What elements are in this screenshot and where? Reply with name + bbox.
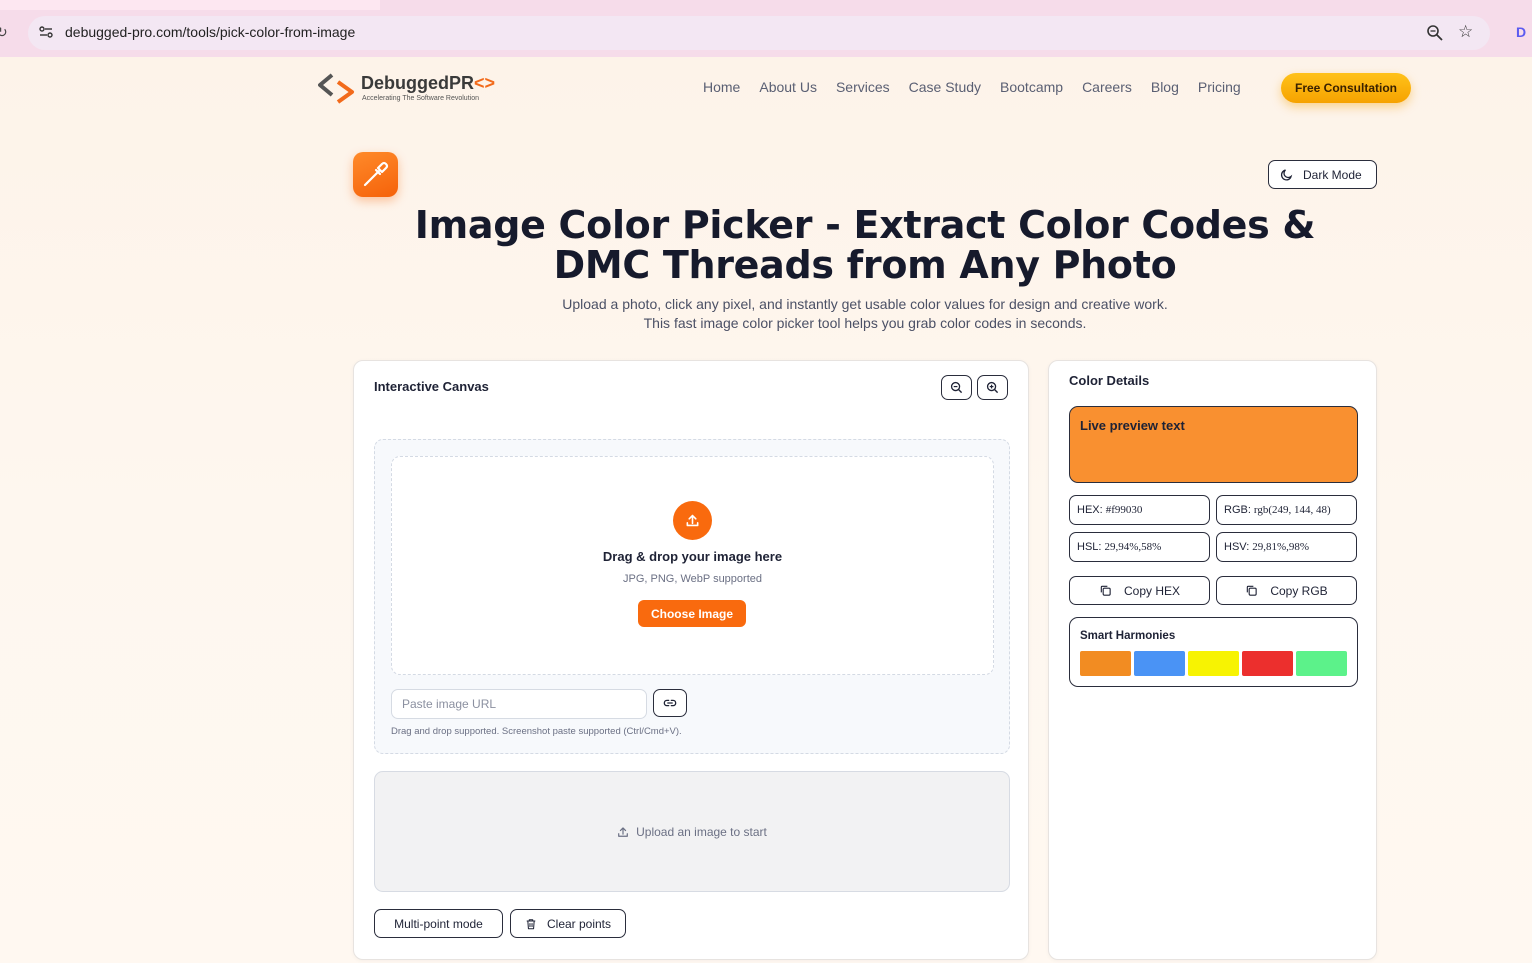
trash-icon [526,918,536,929]
hex-label: HEX: [1077,504,1103,516]
nav-home[interactable]: Home [703,79,740,95]
zoom-icon[interactable] [1426,24,1444,42]
url-text[interactable]: debugged-pro.com/tools/pick-color-from-i… [65,24,355,40]
site-header: DebuggedPR<> Accelerating The Software R… [0,57,1532,117]
active-tab[interactable] [0,0,380,10]
canvas-card-title: Interactive Canvas [374,379,489,394]
hex-value: #f99030 [1105,504,1143,516]
harmony-swatch[interactable] [1134,651,1185,676]
upload-badge [673,501,712,540]
copy-hex-button[interactable]: Copy HEX [1069,576,1210,605]
upload-helper-text: Drag and drop supported. Screenshot past… [391,726,682,737]
nav-services[interactable]: Services [836,79,890,95]
copy-icon [1100,585,1111,596]
nav-careers[interactable]: Careers [1082,79,1132,95]
canvas-placeholder-text: Upload an image to start [636,824,767,839]
moon-icon [1280,168,1293,181]
eyedropper-icon [363,161,389,187]
tab-strip [0,0,1532,10]
nav-blog[interactable]: Blog [1151,79,1179,95]
choose-image-button[interactable]: Choose Image [638,600,746,627]
zoom-out-button[interactable] [941,375,972,400]
hsv-value: 29,81%,98% [1252,541,1310,553]
nav-case-study[interactable]: Case Study [909,79,981,95]
extension-icon[interactable]: D [1516,24,1528,40]
zoom-in-button[interactable] [977,375,1008,400]
dark-mode-toggle[interactable]: Dark Mode [1268,160,1377,189]
hsl-label: HSL: [1077,541,1102,553]
logo-name: DebuggedPR<> [361,73,496,93]
image-canvas[interactable]: Upload an image to start [374,771,1010,892]
copy-hex-label: Copy HEX [1123,583,1181,598]
smart-harmonies: Smart Harmonies [1069,617,1358,687]
hsl-value: 29,94%,58% [1104,541,1162,553]
supported-formats: JPG, PNG, WebP supported [623,573,762,585]
address-bar[interactable]: debugged-pro.com/tools/pick-color-from-i… [28,16,1490,50]
drop-zone-title: Drag & drop your image here [602,549,783,564]
image-url-input[interactable] [391,689,647,719]
zoom-in-icon [986,381,999,394]
upload-icon [686,514,699,527]
page-subtitle: Upload a photo, click any pixel, and ins… [562,296,1168,331]
hex-value-field[interactable]: HEX: #f99030 [1069,495,1210,525]
upload-panel: Drag & drop your image here JPG, PNG, We… [374,439,1010,754]
nav-bootcamp[interactable]: Bootcamp [1000,79,1063,95]
page: DebuggedPR<> Accelerating The Software R… [0,57,1532,963]
live-preview: Live preview text [1069,406,1358,483]
logo[interactable]: DebuggedPR<> Accelerating The Software R… [318,72,508,106]
tool-icon-badge [353,152,398,197]
canvas-placeholder: Upload an image to start [617,825,767,839]
harmony-swatch[interactable] [1188,651,1239,676]
rgb-label: RGB: [1224,504,1251,516]
harmonies-title: Smart Harmonies [1080,630,1176,642]
dark-mode-label: Dark Mode [1303,167,1362,182]
harmony-swatches [1080,651,1350,676]
load-url-button[interactable] [653,689,687,717]
site-info-icon[interactable] [38,24,54,40]
copy-rgb-button[interactable]: Copy RGB [1216,576,1357,605]
harmony-swatch[interactable] [1296,651,1347,676]
drop-zone[interactable]: Drag & drop your image here JPG, PNG, We… [391,456,994,675]
details-card-title: Color Details [1069,373,1150,388]
main-nav: Home About Us Services Case Study Bootca… [703,79,1260,95]
clear-points-button[interactable]: Clear points [510,909,626,938]
reload-icon[interactable]: ↻ [0,24,10,42]
multi-point-mode-button[interactable]: Multi-point mode [374,909,503,938]
rgb-value-field[interactable]: RGB: rgb(249, 144, 48) [1216,495,1357,525]
hsl-value-field[interactable]: HSL: 29,94%,58% [1069,532,1210,562]
upload-small-icon [618,826,629,837]
logo-mark-icon [318,73,354,104]
nav-pricing[interactable]: Pricing [1198,79,1241,95]
copy-rgb-label: Copy RGB [1270,583,1328,598]
logo-tagline: Accelerating The Software Revolution [362,95,479,102]
link-icon [663,699,677,707]
zoom-out-icon [950,381,963,394]
hsv-value-field[interactable]: HSV: 29,81%,98% [1216,532,1357,562]
nav-about-us[interactable]: About Us [759,79,817,95]
rgb-value: rgb(249, 144, 48) [1253,504,1331,516]
browser-toolbar: ↻ debugged-pro.com/tools/pick-color-from… [0,0,1532,57]
bookmark-star-icon[interactable]: ☆ [1458,23,1476,41]
clear-points-label: Clear points [546,916,612,931]
color-details-card: Color Details Live preview text HEX: #f9… [1048,360,1377,960]
free-consultation-button[interactable]: Free Consultation [1281,73,1411,103]
harmony-swatch[interactable] [1242,651,1293,676]
harmony-swatch[interactable] [1080,651,1131,676]
copy-icon [1247,585,1258,596]
interactive-canvas-card: Interactive Canvas Drag & drop your imag… [353,360,1029,960]
page-title: Image Color Picker - Extract Color Codes… [414,203,1316,287]
hsv-label: HSV: [1224,541,1250,553]
